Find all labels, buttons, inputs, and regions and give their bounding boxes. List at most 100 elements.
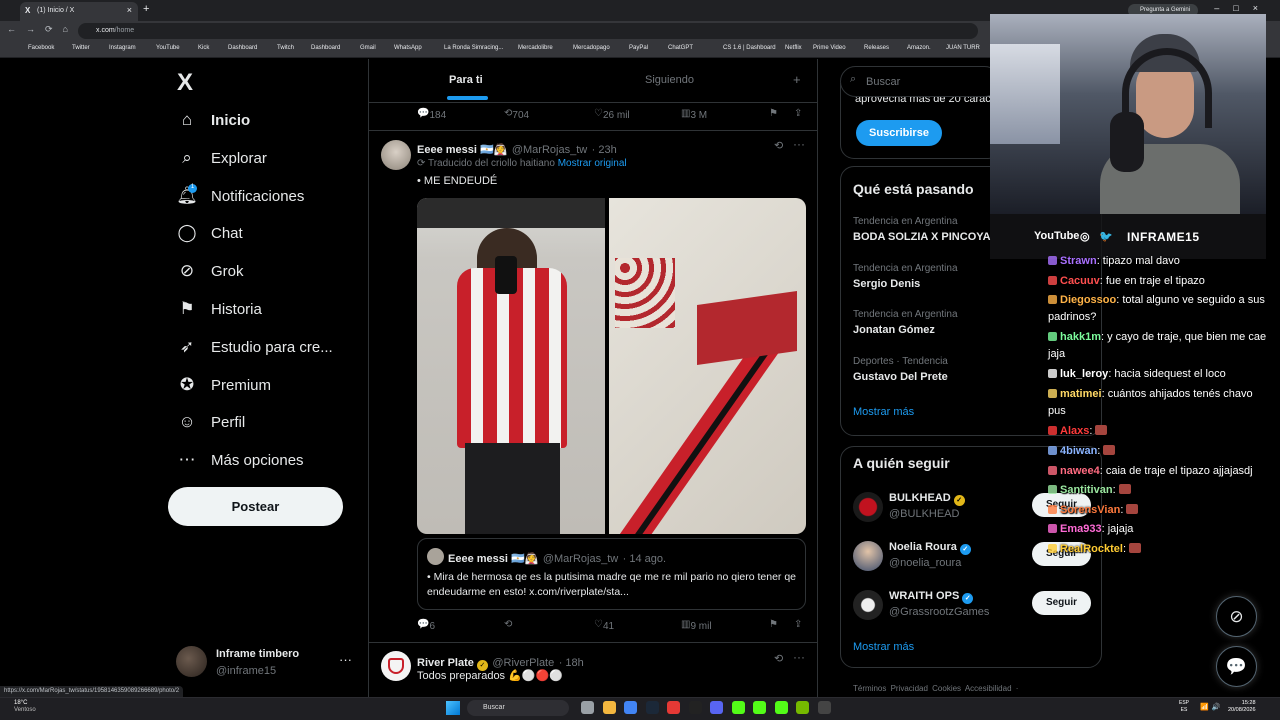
follow-button[interactable]: Seguir [1032, 591, 1091, 615]
chrome-icon[interactable] [624, 701, 637, 714]
bookmark-item[interactable]: Amazon. [907, 45, 931, 51]
follow-name[interactable]: WRAITH OPS ✓ [889, 590, 974, 604]
avatar[interactable] [381, 651, 411, 681]
repost-button[interactable]: ⟲ 704 [504, 108, 529, 121]
nav-item-historia[interactable]: ⚑ Historia [176, 297, 366, 327]
trend-name[interactable]: Jonatan Gómez [853, 324, 935, 336]
more-icon[interactable]: ··· [793, 650, 805, 664]
tweet-time[interactable]: · 18h [559, 657, 584, 669]
share-icon[interactable]: ⇪ [794, 108, 802, 119]
chat-username[interactable]: Strawn [1060, 255, 1097, 267]
discord-icon[interactable] [710, 701, 723, 714]
kick-icon[interactable] [731, 701, 745, 714]
tweet-author-handle[interactable]: @RiverPlate [492, 657, 554, 669]
nav-item-notificaciones[interactable]: 🔔︎ 1 Notificaciones [176, 183, 366, 214]
url-field[interactable]: x.com/home [78, 23, 978, 39]
reply-button[interactable]: 💬 184 [417, 108, 446, 121]
quoted-tweet[interactable]: Eeee messi 🇦🇷👰 @MarRojas_tw · 14 ago. • … [417, 538, 806, 610]
bookmark-icon[interactable]: ⚑ [769, 619, 778, 630]
bookmark-icon[interactable]: ⚑ [769, 108, 778, 119]
search-input[interactable]: Buscar [840, 66, 1000, 97]
bookmark-item[interactable]: Gmail [360, 45, 376, 51]
language-indicator[interactable]: ESP ES [1179, 700, 1189, 714]
footer-links[interactable]: Términos Privacidad Cookies Accesibilida… [853, 684, 1018, 693]
bookmark-item[interactable]: Netflix [785, 45, 802, 51]
nav-item-inicio[interactable]: ⌂ Inicio [176, 108, 366, 138]
avatar[interactable] [853, 590, 883, 620]
follow-name[interactable]: BULKHEAD ✓ [889, 492, 965, 506]
views-button[interactable]: ▥ 9 mil [681, 619, 712, 632]
app-icon[interactable] [817, 701, 831, 714]
nav-item-explorar[interactable]: ⌕ Explorar [176, 146, 366, 176]
chat-username[interactable]: matimei [1060, 388, 1102, 400]
bookmark-item[interactable]: Facebook [28, 45, 54, 51]
bookmark-item[interactable]: La Ronda Simracing... [444, 45, 503, 51]
bookmark-item[interactable]: Twitch [277, 45, 294, 51]
window-controls[interactable]: –□× [1214, 3, 1272, 13]
tab-following[interactable]: Siguiendo [645, 74, 694, 86]
post-button[interactable]: Postear [168, 487, 343, 526]
weather-widget[interactable]: 18°C Ventoso [14, 700, 36, 714]
x-logo-icon[interactable]: X [177, 69, 193, 97]
chat-username[interactable]: nawee4 [1060, 465, 1100, 477]
bookmark-item[interactable]: Releases [864, 45, 889, 51]
add-tab-icon[interactable]: + [793, 72, 801, 87]
windows-start-icon[interactable] [446, 701, 460, 715]
kick-icon[interactable] [774, 701, 788, 714]
more-icon[interactable]: ··· [339, 652, 352, 667]
app-icon[interactable] [667, 701, 680, 714]
tweet-author-name[interactable]: River Plate [417, 657, 474, 669]
like-button[interactable]: ♡ 41 [594, 619, 614, 632]
task-view-icon[interactable] [581, 701, 594, 714]
bookmark-item[interactable]: Mercadolibre [518, 45, 553, 51]
new-tab-button[interactable]: + [143, 3, 149, 15]
bookmark-item[interactable]: Kick [198, 45, 209, 51]
nav-item-más[interactable]: ⋯ Más opciones [176, 448, 366, 478]
grok-icon[interactable]: ⊘ [1216, 596, 1257, 637]
steam-icon[interactable] [645, 701, 659, 714]
trend-name[interactable]: Gustavo Del Prete [853, 371, 948, 383]
bookmark-item[interactable]: Dashboard [228, 45, 257, 51]
reply-button[interactable]: 💬 6 [417, 619, 435, 632]
tweet-image-1[interactable] [417, 198, 605, 534]
file-explorer-icon[interactable] [602, 701, 616, 714]
chat-username[interactable]: 4biwan [1060, 445, 1097, 457]
bookmark-item[interactable]: ChatGPT [668, 45, 693, 51]
tweet-author-handle[interactable]: @MarRojas_tw [512, 144, 587, 156]
avatar[interactable] [853, 492, 883, 522]
grok-icon[interactable]: ⟲ [774, 652, 783, 665]
nav-item-chat[interactable]: ◯ Chat [176, 221, 366, 251]
show-more-trends-link[interactable]: Mostrar más [853, 406, 914, 418]
show-original-link[interactable]: Mostrar original [558, 158, 627, 169]
avatar[interactable] [853, 541, 883, 571]
bookmark-item[interactable]: Twitter [72, 45, 90, 51]
system-tray-icons[interactable]: 📶🔊 [1200, 703, 1223, 711]
bookmark-item[interactable]: YouTube [156, 45, 180, 51]
tweet-image-2[interactable] [609, 198, 806, 534]
tweet-author-name[interactable]: Eeee messi 🇦🇷👰 [417, 144, 507, 156]
messages-icon[interactable]: 💬 [1216, 646, 1257, 687]
avatar[interactable] [381, 140, 411, 170]
bookmark-item[interactable]: Dashboard [311, 45, 340, 51]
bookmark-item[interactable]: Instagram [109, 45, 136, 51]
browser-tab[interactable]: X (1) Inicio / X × [20, 2, 138, 21]
show-more-follow-link[interactable]: Mostrar más [853, 641, 914, 653]
nav-item-grok[interactable]: ⊘ Grok [176, 259, 366, 289]
nvidia-icon[interactable] [796, 701, 809, 714]
chat-username[interactable]: hakk1m [1060, 331, 1101, 343]
nav-item-perfil[interactable]: ☺ Perfil [176, 410, 366, 440]
trend-name[interactable]: BODA SOLZIA X PINCOYA [853, 231, 991, 243]
bookmark-item[interactable]: PayPal [629, 45, 648, 51]
bookmark-item[interactable]: Prime Video [813, 45, 846, 51]
grok-icon[interactable]: ⟲ [774, 139, 783, 152]
bookmark-item[interactable]: JUAN TURR [946, 45, 980, 51]
chat-username[interactable]: Diegossoo [1060, 294, 1116, 306]
nav-item-estudio[interactable]: ➶ Estudio para cre... [176, 335, 366, 365]
bookmark-item[interactable]: Mercadopago [573, 45, 610, 51]
kick-icon[interactable] [753, 701, 766, 714]
taskbar-search[interactable]: Buscar [467, 700, 569, 716]
chat-username[interactable]: RealRocktel [1060, 543, 1123, 555]
more-icon[interactable]: ··· [793, 137, 805, 151]
chat-username[interactable]: Cacuuv [1060, 275, 1100, 287]
follow-name[interactable]: Noelia Roura ✓ [889, 541, 971, 555]
